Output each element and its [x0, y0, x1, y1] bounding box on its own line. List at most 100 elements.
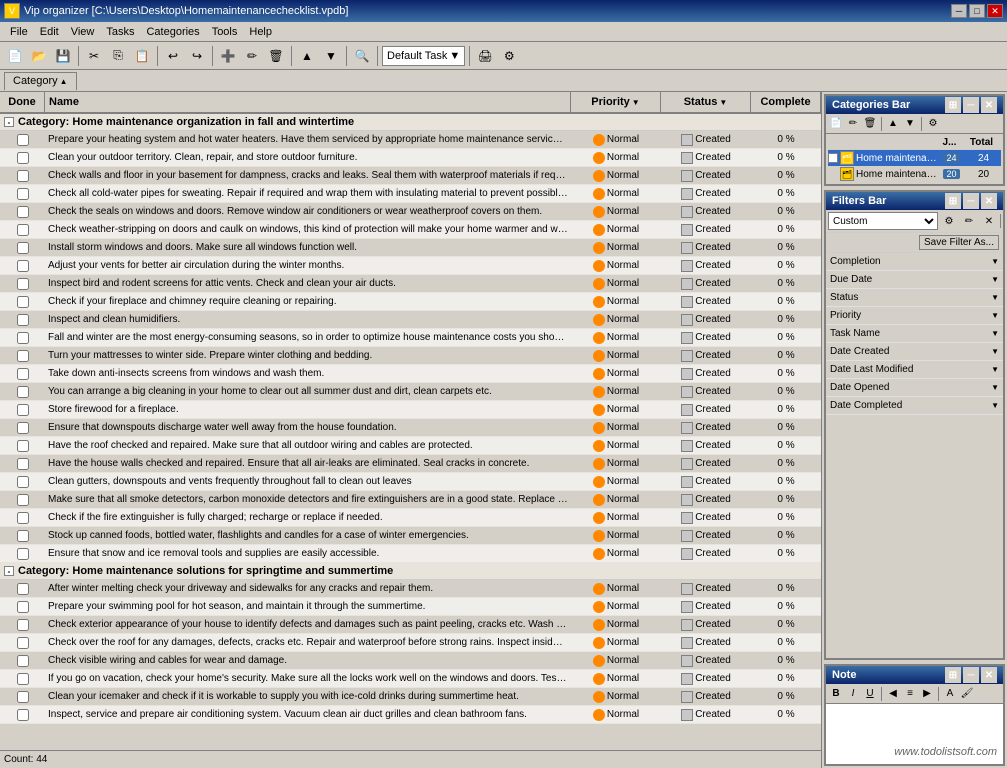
cat-tb-options[interactable]: ⚙	[925, 116, 941, 132]
tb-print[interactable]: 🖨	[474, 45, 496, 67]
task-checkbox[interactable]	[17, 601, 29, 613]
tb-cut[interactable]: ✂	[83, 45, 105, 67]
note-bold[interactable]: B	[828, 686, 844, 702]
filter-load-btn[interactable]: ⚙	[940, 213, 958, 229]
filter-preset-select[interactable]: Custom	[828, 212, 938, 230]
cat-tb-up[interactable]: ▲	[885, 116, 901, 132]
task-checkbox[interactable]	[17, 494, 29, 506]
cat-bar-btn2[interactable]: ─	[963, 97, 979, 113]
task-checkbox[interactable]	[17, 134, 29, 146]
note-bg[interactable]: 🖌	[959, 686, 975, 702]
filter-item-row[interactable]: Date Created ▼	[826, 343, 1003, 361]
maximize-button[interactable]: □	[969, 4, 985, 18]
task-checkbox[interactable]	[17, 440, 29, 452]
task-checkbox[interactable]	[17, 673, 29, 685]
task-checkbox[interactable]	[17, 637, 29, 649]
task-checkbox[interactable]	[17, 152, 29, 164]
cat-tree-item-2[interactable]: 🗂 Home maintenance solu 20 20	[828, 166, 1001, 182]
task-checkbox[interactable]	[17, 224, 29, 236]
menu-edit[interactable]: Edit	[34, 24, 65, 40]
menu-help[interactable]: Help	[243, 24, 278, 40]
note-left[interactable]: ◀	[885, 686, 901, 702]
task-checkbox[interactable]	[17, 476, 29, 488]
filter-item-row[interactable]: Status ▼	[826, 289, 1003, 307]
note-btn1[interactable]: ⊞	[945, 667, 961, 683]
task-checkbox[interactable]	[17, 260, 29, 272]
tb-redo[interactable]: ↪	[186, 45, 208, 67]
tb-undo[interactable]: ↩	[162, 45, 184, 67]
tb-open[interactable]: 📂	[28, 45, 50, 67]
cat-tb-down[interactable]: ▼	[902, 116, 918, 132]
menu-tools[interactable]: Tools	[206, 24, 244, 40]
filter-item-row[interactable]: Date Completed ▼	[826, 397, 1003, 415]
category-tab[interactable]: Category ▲	[4, 72, 77, 90]
filter-item-row[interactable]: Priority ▼	[826, 307, 1003, 325]
task-checkbox[interactable]	[17, 583, 29, 595]
note-right[interactable]: ▶	[919, 686, 935, 702]
tb-delete-task[interactable]: 🗑	[265, 45, 287, 67]
filter-item-row[interactable]: Date Opened ▼	[826, 379, 1003, 397]
task-checkbox[interactable]	[17, 314, 29, 326]
cat-tree-item-1[interactable]: - 🗂 Home maintenance orga 24 24	[828, 150, 1001, 166]
note-btn2[interactable]: ─	[963, 667, 979, 683]
task-checkbox[interactable]	[17, 458, 29, 470]
note-center[interactable]: ≡	[902, 686, 918, 702]
tb-new[interactable]: 📄	[4, 45, 26, 67]
tb-options[interactable]: ⚙	[498, 45, 520, 67]
menu-file[interactable]: File	[4, 24, 34, 40]
filter-item-row[interactable]: Due Date ▼	[826, 271, 1003, 289]
tb-paste[interactable]: 📋	[131, 45, 153, 67]
task-checkbox[interactable]	[17, 278, 29, 290]
tb-filter[interactable]: 🔍	[351, 45, 373, 67]
filter-item-row[interactable]: Task Name ▼	[826, 325, 1003, 343]
task-checkbox[interactable]	[17, 530, 29, 542]
filter-edit-btn[interactable]: ✏	[960, 213, 978, 229]
cat-bar-btn3[interactable]: ✕	[981, 97, 997, 113]
save-filter-button[interactable]: Save Filter As...	[919, 235, 999, 250]
task-checkbox[interactable]	[17, 422, 29, 434]
task-checkbox[interactable]	[17, 206, 29, 218]
tb-down[interactable]: ▼	[320, 45, 342, 67]
filter-bar-btn1[interactable]: ⊞	[945, 193, 961, 209]
menu-tasks[interactable]: Tasks	[100, 24, 140, 40]
task-checkbox[interactable]	[17, 709, 29, 721]
task-checkbox[interactable]	[17, 242, 29, 254]
note-underline[interactable]: U	[862, 686, 878, 702]
task-checkbox[interactable]	[17, 548, 29, 560]
cat-tb-edit[interactable]: ✏	[845, 116, 861, 132]
cat1-expand[interactable]: -	[4, 117, 14, 127]
task-scroll-area[interactable]: - Category: Home maintenance organizatio…	[0, 114, 821, 750]
task-checkbox[interactable]	[17, 350, 29, 362]
task-checkbox[interactable]	[17, 404, 29, 416]
task-checkbox[interactable]	[17, 170, 29, 182]
task-checkbox[interactable]	[17, 368, 29, 380]
cat-bar-btn1[interactable]: ⊞	[945, 97, 961, 113]
th-status[interactable]: Status ▼	[661, 92, 751, 112]
cat-tb-delete[interactable]: 🗑	[862, 116, 878, 132]
minimize-button[interactable]: ─	[951, 4, 967, 18]
tb-save[interactable]: 💾	[52, 45, 74, 67]
cat-tb-new[interactable]: 📄	[828, 116, 844, 132]
cat2-expand[interactable]: -	[4, 566, 14, 576]
task-checkbox[interactable]	[17, 332, 29, 344]
note-color[interactable]: A	[942, 686, 958, 702]
tb-add-task[interactable]: ➕	[217, 45, 239, 67]
menu-categories[interactable]: Categories	[140, 24, 205, 40]
close-button[interactable]: ✕	[987, 4, 1003, 18]
task-checkbox[interactable]	[17, 619, 29, 631]
task-checkbox[interactable]	[17, 691, 29, 703]
th-name[interactable]: Name	[45, 92, 571, 112]
task-checkbox[interactable]	[17, 296, 29, 308]
th-priority[interactable]: Priority ▼	[571, 92, 661, 112]
filter-bar-btn3[interactable]: ✕	[981, 193, 997, 209]
task-checkbox[interactable]	[17, 386, 29, 398]
tb-copy[interactable]: ⎘	[107, 45, 129, 67]
filter-item-row[interactable]: Date Last Modified ▼	[826, 361, 1003, 379]
filter-bar-btn2[interactable]: ─	[963, 193, 979, 209]
task-checkbox[interactable]	[17, 512, 29, 524]
tree-expand-1[interactable]: -	[828, 153, 838, 163]
default-task-dropdown[interactable]: Default Task ▼	[382, 46, 465, 66]
tb-edit-task[interactable]: ✏	[241, 45, 263, 67]
menu-view[interactable]: View	[65, 24, 101, 40]
note-btn3[interactable]: ✕	[981, 667, 997, 683]
